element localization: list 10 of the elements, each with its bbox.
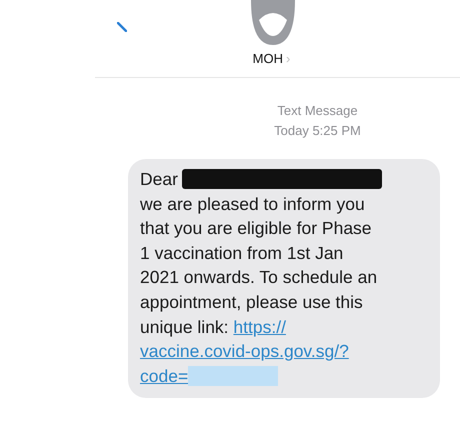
timestamp: Today 5:25 PM <box>274 122 361 140</box>
back-icon[interactable] <box>117 22 127 32</box>
link-text[interactable]: vaccine.covid-ops.gov.sg/? <box>140 341 349 362</box>
link-text[interactable]: code= <box>140 366 188 386</box>
link-text[interactable]: https:// <box>233 316 286 337</box>
contact-name[interactable]: MOH <box>252 51 283 66</box>
message-type-label: Text Message <box>277 102 358 120</box>
avatar-icon <box>250 0 294 45</box>
chevron-icon[interactable]: › <box>286 51 290 66</box>
message-text: Dear we are pleased to inform you that you are eligible for Phase 1 vaccination from 1st Jan 2021 onwards. To schedule an appointment, please use this unique link: https:// vaccine.covid-ops.gov.sg/? code= <box>140 167 430 388</box>
